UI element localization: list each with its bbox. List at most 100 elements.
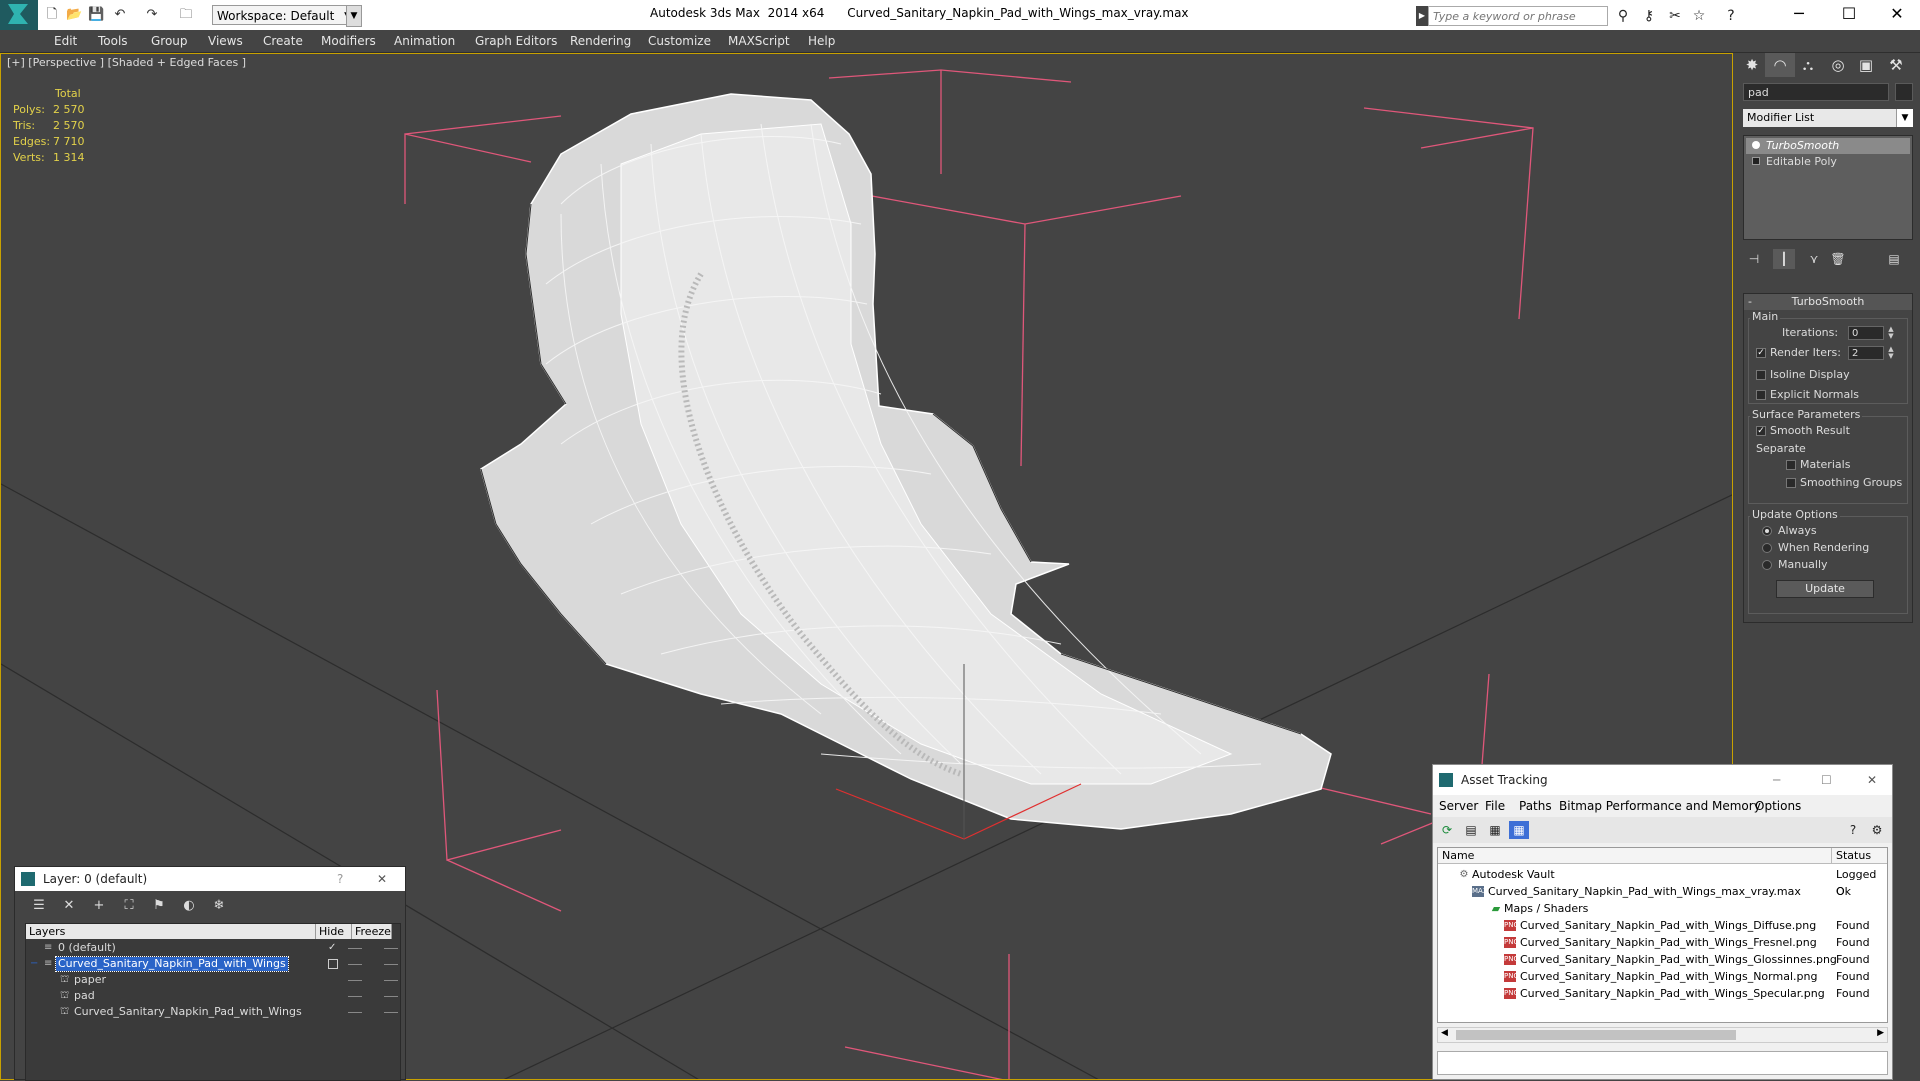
layer-row[interactable]: ⛫ Curved_Sanitary_Napkin_Pad_with_Wings (26, 1004, 400, 1020)
freeze-toggle[interactable] (384, 1012, 398, 1013)
napkin-pad-mesh[interactable] (480, 93, 1332, 830)
show-end-result-icon[interactable]: ┃ (1773, 249, 1795, 269)
manually-radio[interactable] (1762, 560, 1772, 570)
freeze-toggle[interactable] (384, 996, 398, 997)
layer-dialog-titlebar[interactable]: Layer: 0 (default) ? ✕ (15, 867, 405, 891)
redo-icon[interactable]: ↷ (144, 7, 160, 23)
spinner-arrows-icon[interactable]: ▲ ▼ (1886, 326, 1896, 340)
modify-tab-icon[interactable]: ◠ (1765, 53, 1795, 77)
menu-customize[interactable]: Customize (648, 30, 711, 52)
always-radio[interactable] (1762, 526, 1772, 536)
scrollbar-thumb[interactable] (1456, 1030, 1736, 1040)
asset-row[interactable]: PNG Curved_Sanitary_Napkin_Pad_with_Wing… (1438, 951, 1887, 968)
asset-row[interactable]: PNG Curved_Sanitary_Napkin_Pad_with_Wing… (1438, 968, 1887, 985)
workspace-dropdown[interactable]: Workspace: Default ▼ (212, 5, 356, 25)
menu-rendering[interactable]: Rendering (570, 30, 631, 52)
column-header-layers[interactable]: Layers (26, 924, 316, 939)
select-objects-icon[interactable]: ⛶ (119, 897, 139, 915)
asset-row[interactable]: ▰ Maps / Shaders (1438, 900, 1887, 917)
viewport-label[interactable]: [+] [Perspective ] [Shaded + Edged Faces… (7, 56, 246, 69)
make-unique-icon[interactable]: ⋎ (1803, 249, 1825, 269)
stack-item-editable-poly[interactable]: Editable Poly (1746, 154, 1910, 170)
menu-create[interactable]: Create (263, 30, 303, 52)
display-tab-icon[interactable]: ▣ (1851, 53, 1881, 77)
render-iters-checkbox[interactable]: ✓ (1756, 348, 1766, 358)
add-to-layer-icon[interactable]: + (89, 897, 109, 915)
active-layer-check-icon[interactable]: ✓ (328, 943, 338, 953)
object-color-swatch[interactable] (1895, 83, 1913, 101)
menu-options[interactable]: Options (1755, 795, 1801, 817)
help-button[interactable]: ? (337, 867, 343, 891)
hide-toggle[interactable] (348, 1012, 362, 1013)
motion-tab-icon[interactable]: ◎ (1823, 53, 1853, 77)
spinner-arrows-icon[interactable]: ▲ ▼ (1886, 346, 1896, 360)
freeze-all-layers-icon[interactable]: ❄ (209, 897, 229, 915)
hide-toggle[interactable] (348, 964, 362, 965)
workspace-menu-button[interactable]: ▼ (346, 5, 362, 27)
column-header-freeze[interactable]: Freeze (352, 924, 392, 939)
settings-icon[interactable]: ⚙ (1867, 821, 1887, 839)
configure-sets-icon[interactable]: ▤ (1883, 249, 1905, 269)
asset-path-field[interactable] (1437, 1051, 1888, 1075)
app-logo-icon[interactable] (0, 0, 38, 30)
menu-help[interactable]: Help (808, 30, 835, 52)
search-input[interactable] (1428, 6, 1608, 26)
freeze-toggle[interactable] (384, 980, 398, 981)
asset-row[interactable]: PNG Curved_Sanitary_Napkin_Pad_with_Wing… (1438, 985, 1887, 1002)
minimize-button[interactable]: ─ (1776, 0, 1822, 30)
lightbulb-icon[interactable] (1752, 141, 1760, 149)
search-expand-icon[interactable]: ▶ (1416, 6, 1428, 26)
minimize-button[interactable]: ─ (1773, 765, 1780, 795)
new-file-icon[interactable]: 🗋 (44, 7, 60, 23)
menu-bitmap-performance[interactable]: Bitmap Performance and Memory (1559, 795, 1761, 817)
menu-file[interactable]: File (1485, 795, 1505, 817)
explicit-normals-checkbox[interactable] (1756, 390, 1766, 400)
smoothing-groups-checkbox[interactable] (1786, 478, 1796, 488)
expand-box-icon[interactable] (1752, 157, 1760, 165)
freeze-toggle[interactable] (384, 964, 398, 965)
freeze-toggle[interactable] (384, 948, 398, 949)
materials-checkbox[interactable] (1786, 460, 1796, 470)
binoculars-icon[interactable]: ⚲ (1614, 7, 1632, 25)
column-header-hide[interactable]: Hide (316, 924, 352, 939)
modifier-list-dropdown[interactable]: Modifier List ▼ (1743, 109, 1913, 127)
rollout-header[interactable]: - TurboSmooth (1744, 294, 1912, 310)
menu-group[interactable]: Group (151, 30, 188, 52)
maximize-button[interactable]: ☐ (1821, 765, 1832, 795)
hide-all-layers-icon[interactable]: ◐ (179, 897, 199, 915)
scroll-right-icon[interactable]: ▶ (1877, 1028, 1884, 1038)
asset-row[interactable]: ⚙ Autodesk Vault Logged O (1438, 866, 1887, 898)
iterations-spinner[interactable] (1848, 326, 1884, 340)
save-file-icon[interactable]: 💾 (88, 7, 104, 23)
help-icon[interactable]: ? (1843, 821, 1863, 839)
menu-views[interactable]: Views (208, 30, 243, 52)
new-layer-icon[interactable]: ☰ (29, 897, 49, 915)
object-name-field[interactable] (1743, 83, 1889, 101)
refresh-icon[interactable]: ⟳ (1437, 821, 1457, 839)
asset-row[interactable]: MAX Curved_Sanitary_Napkin_Pad_with_Wing… (1438, 883, 1887, 900)
layer-row[interactable]: ≡ 0 (default) ✓ (26, 940, 400, 956)
help-icon[interactable]: ? (1722, 7, 1740, 25)
create-tab-icon[interactable]: ✸ (1737, 53, 1767, 77)
asset-dialog-titlebar[interactable]: Asset Tracking ─ ☐ ✕ (1433, 765, 1892, 795)
menu-paths[interactable]: Paths (1519, 795, 1552, 817)
delete-layer-icon[interactable]: ✕ (59, 897, 79, 915)
render-iters-spinner[interactable] (1848, 346, 1884, 360)
column-header-status[interactable]: Status (1832, 848, 1887, 864)
highlight-layer-icon[interactable]: ⚑ (149, 897, 169, 915)
close-button[interactable]: ✕ (1867, 765, 1877, 795)
list-view-icon[interactable]: ▤ (1461, 821, 1481, 839)
stack-item-turbosmooth[interactable]: TurboSmooth (1746, 138, 1910, 154)
tree-view-icon[interactable]: ▦ (1485, 821, 1505, 839)
table-view-icon[interactable]: ▦ (1509, 821, 1529, 839)
column-header-name[interactable]: Name (1438, 848, 1832, 864)
close-button[interactable]: ✕ (1874, 0, 1920, 30)
menu-tools[interactable]: Tools (98, 30, 128, 52)
hide-toggle[interactable] (348, 948, 362, 949)
isoline-display-checkbox[interactable] (1756, 370, 1766, 380)
menu-graph-editors[interactable]: Graph Editors (475, 30, 557, 52)
menu-modifiers[interactable]: Modifiers (321, 30, 376, 52)
layer-row[interactable]: ⛫ pad (26, 988, 400, 1004)
close-button[interactable]: ✕ (377, 867, 387, 891)
communication-icon[interactable]: ✂ (1666, 7, 1684, 25)
